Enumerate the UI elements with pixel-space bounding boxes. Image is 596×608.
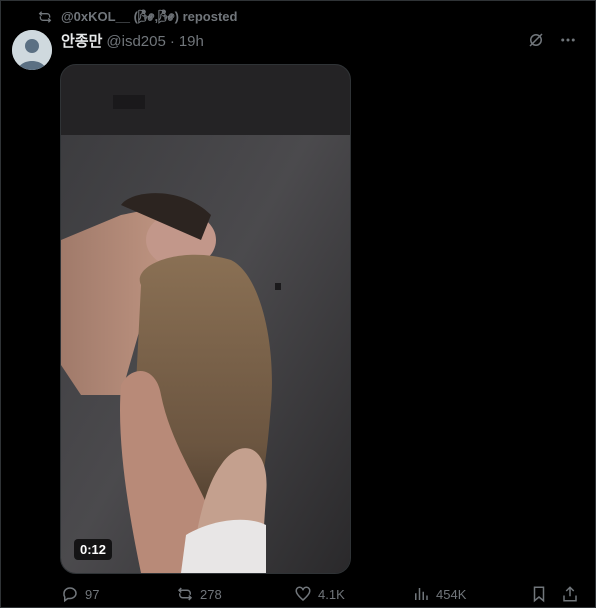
- bookmark-icon: [533, 586, 545, 603]
- bookmark-button[interactable]: [530, 585, 548, 603]
- action-bar: 97 278 4.1K 454K: [61, 585, 581, 605]
- repost-icon: [38, 11, 52, 23]
- share-icon: [563, 586, 577, 602]
- reply-button[interactable]: 97: [61, 585, 99, 603]
- repost-icon: [177, 587, 193, 601]
- reply-icon: [63, 587, 77, 603]
- post-card[interactable]: @0xKOL__ (🌬,🌬) reposted 안종만 @isd205 · 19…: [0, 0, 596, 608]
- grok-icon[interactable]: [527, 31, 545, 49]
- video-duration-badge: 0:12: [74, 539, 113, 560]
- avatar[interactable]: [12, 30, 52, 70]
- separator-dot: ·: [169, 33, 175, 50]
- timestamp[interactable]: 19h: [179, 33, 204, 50]
- views-icon: [415, 588, 428, 600]
- handle[interactable]: @isd205: [106, 33, 165, 50]
- reply-count: 97: [85, 586, 100, 602]
- video-frame: [61, 65, 350, 573]
- views-button[interactable]: 454K: [412, 585, 466, 603]
- default-avatar-icon: [12, 30, 52, 70]
- top-actions: [527, 31, 577, 49]
- like-count: 4.1K: [318, 586, 345, 602]
- post-header: 안종만 @isd205 · 19h: [61, 30, 204, 51]
- video-player[interactable]: [60, 64, 351, 574]
- more-icon[interactable]: [559, 31, 577, 49]
- repost-indicator[interactable]: @0xKOL__ (🌬,🌬) reposted: [37, 9, 237, 25]
- repost-count: 278: [200, 586, 222, 602]
- view-count: 454K: [436, 586, 467, 602]
- repost-button[interactable]: 278: [176, 585, 222, 603]
- share-button[interactable]: [561, 585, 579, 603]
- display-name[interactable]: 안종만: [61, 30, 102, 51]
- like-button[interactable]: 4.1K: [294, 585, 345, 603]
- repost-text: @0xKOL__ (🌬,🌬) reposted: [61, 9, 238, 24]
- heart-icon: [295, 586, 311, 601]
